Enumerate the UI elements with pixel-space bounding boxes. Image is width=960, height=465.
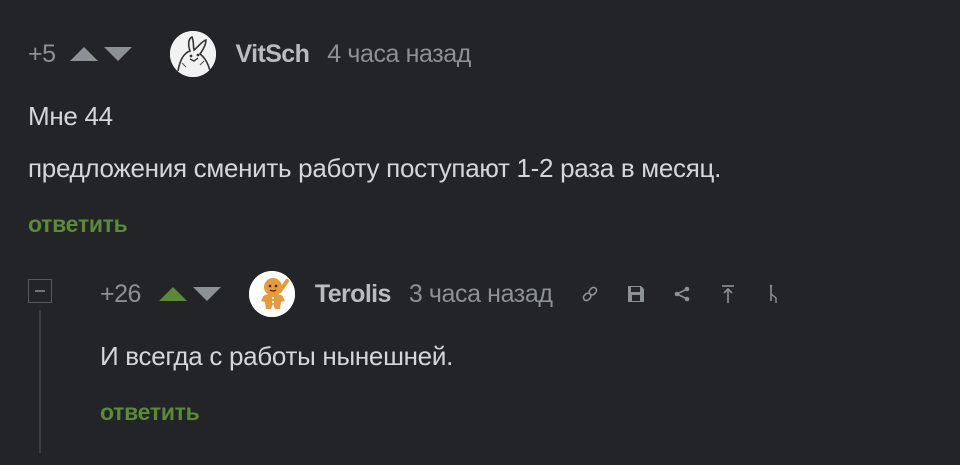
reply-button[interactable]: ответить bbox=[100, 399, 200, 426]
comment-text-line: Мне 44 bbox=[28, 101, 113, 131]
scroll-top-icon[interactable] bbox=[715, 281, 741, 307]
minus-icon bbox=[35, 290, 45, 292]
jump-icon[interactable] bbox=[761, 281, 787, 307]
sketch-avatar-icon bbox=[169, 31, 216, 77]
comment-text-line: И всегда с работы нынешней. bbox=[100, 341, 453, 371]
gingerbread-avatar-icon bbox=[248, 271, 295, 317]
link-icon[interactable] bbox=[577, 281, 603, 307]
timestamp[interactable]: 4 часа назад bbox=[327, 40, 471, 69]
downvote-icon[interactable] bbox=[192, 287, 221, 301]
save-icon[interactable] bbox=[623, 281, 649, 307]
upvote-icon[interactable] bbox=[158, 287, 187, 301]
upvote-icon[interactable] bbox=[69, 47, 98, 61]
comment-rating: +5 bbox=[28, 39, 56, 68]
avatar[interactable] bbox=[248, 271, 295, 317]
username[interactable]: VitSch bbox=[236, 40, 310, 69]
share-icon[interactable] bbox=[669, 281, 695, 307]
comment-rating: +26 bbox=[100, 279, 141, 308]
timestamp[interactable]: 3 часа назад bbox=[409, 280, 553, 309]
comment-header: +26 Terolis 3 часа назад bbox=[100, 271, 787, 317]
comment-header: +5 VitSch 4 часа назад bbox=[28, 31, 471, 77]
comment-text-line: предложения сменить работу поступают 1-2… bbox=[28, 153, 722, 183]
username[interactable]: Terolis bbox=[315, 280, 392, 309]
avatar[interactable] bbox=[169, 31, 216, 77]
reply-button[interactable]: ответить bbox=[28, 211, 128, 238]
downvote-icon[interactable] bbox=[103, 47, 132, 61]
thread-line[interactable] bbox=[39, 310, 41, 453]
collapse-thread-button[interactable] bbox=[28, 279, 52, 303]
